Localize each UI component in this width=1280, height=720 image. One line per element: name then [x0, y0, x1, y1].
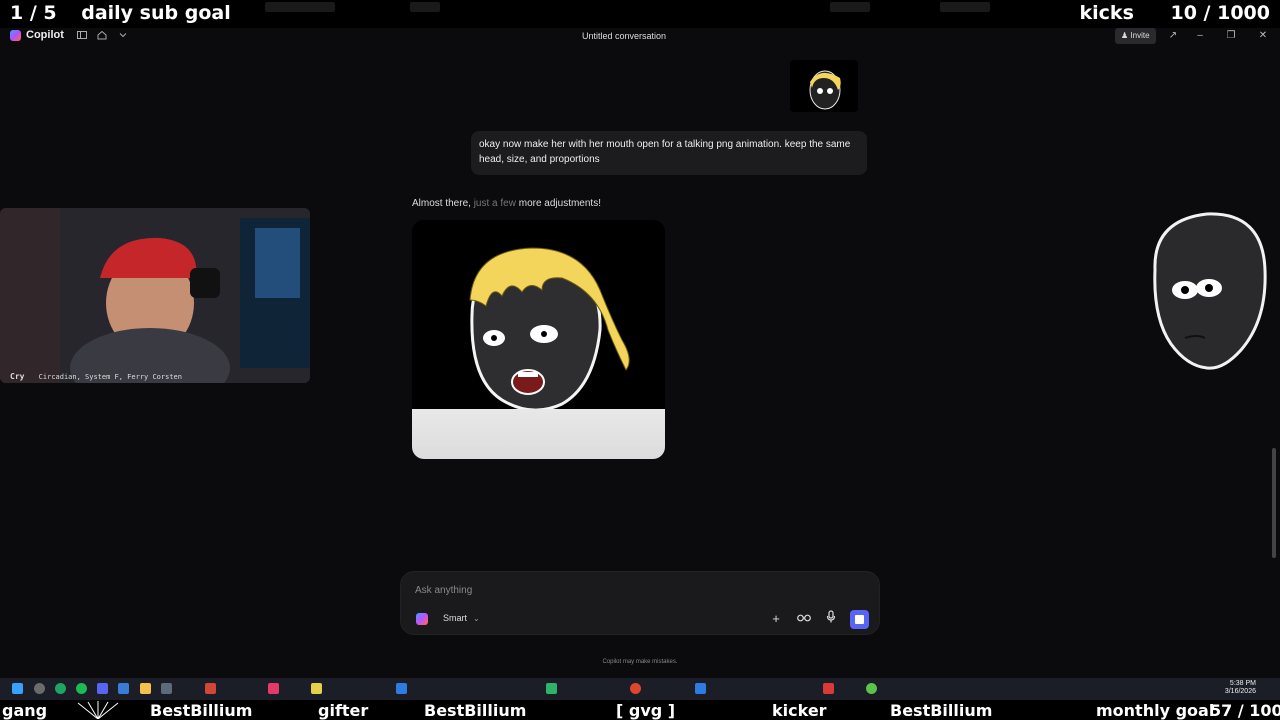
disclaimer: Copilot may make mistakes. [602, 659, 678, 665]
app-icon[interactable] [396, 683, 407, 694]
invite-icon: ♟ [1121, 31, 1129, 40]
ticker-kicker: kicker [772, 701, 827, 720]
overlay-decoration [265, 2, 335, 12]
assistant-status-end: more adjustments! [518, 198, 601, 209]
kicks-goal: kicks 10 / 1000 [1080, 2, 1270, 24]
app-icon[interactable] [823, 683, 834, 694]
browser-icon[interactable] [630, 683, 641, 694]
spotify-icon[interactable] [76, 683, 87, 694]
webcam-overlay: Cry Circadian, System F, Ferry Corsten [0, 208, 310, 383]
mode-selector[interactable]: Smart ⌄ [443, 613, 480, 623]
app-icon[interactable] [268, 683, 279, 694]
microphone-icon[interactable] [822, 610, 840, 628]
overlay-decoration [940, 2, 990, 12]
stream-ticker: gang BestBillium gifter BestBillium [ gv… [0, 700, 1280, 720]
ticker-monthly-progress: 57 / 100 [1210, 701, 1280, 720]
overlay-decoration [830, 2, 870, 12]
overlay-decoration [410, 2, 440, 12]
search-icon[interactable] [34, 683, 45, 694]
conversation-title[interactable]: Untitled conversation [0, 31, 1248, 41]
app-icon[interactable] [546, 683, 557, 694]
app-icon[interactable] [205, 683, 216, 694]
assistant-status: Almost there, just a few more adjustment… [412, 198, 601, 209]
ticker-name-2: BestBillium [424, 701, 527, 720]
clock-date: 3/16/2026 [1224, 688, 1256, 695]
sub-goal-progress: 1 / 5 [10, 2, 57, 24]
assistant-status-main: Almost there, [412, 198, 474, 209]
now-playing-track: Circadian, System F, Ferry Corsten [38, 373, 182, 381]
app-icon[interactable] [695, 683, 706, 694]
ticker-tag: [ gvg ] [616, 701, 676, 720]
avatar-head-overlay [1145, 210, 1270, 372]
webcam-feed [0, 208, 310, 383]
stop-button[interactable] [850, 610, 869, 629]
minimize-icon[interactable]: – [1193, 29, 1207, 43]
mode-label: Smart [443, 613, 468, 623]
stop-icon [855, 615, 864, 624]
ticker-gifter: gifter [318, 701, 369, 720]
copilot-mode-icon [416, 613, 428, 625]
assistant-status-fade: just a few [473, 198, 519, 209]
system-clock[interactable]: 5:38 PM 3/16/2026 [1225, 680, 1256, 696]
app-icon[interactable] [161, 683, 172, 694]
ticker-monthly-label: monthly goal [1096, 701, 1215, 720]
clock-time: 5:38 PM [1229, 680, 1256, 687]
invite-label: Invite [1130, 31, 1150, 40]
kicks-progress: 10 / 1000 [1170, 2, 1271, 24]
start-icon[interactable] [12, 683, 23, 694]
plus-icon[interactable]: + [767, 610, 785, 628]
open-external-icon[interactable]: ↗ [1166, 29, 1180, 43]
close-icon[interactable]: ✕ [1256, 29, 1270, 43]
signal-label: Cry [10, 372, 25, 381]
xbox-icon[interactable] [866, 683, 877, 694]
chat-scrollbar[interactable] [1272, 448, 1276, 558]
chevron-down-icon: ⌄ [473, 614, 480, 623]
copilot-window: Copilot Untitled conversation ♟ Invite ↗… [0, 28, 1280, 678]
taskbar: 5:38 PM 3/16/2026 [0, 678, 1280, 700]
burst-decoration [77, 701, 119, 719]
chrome-icon[interactable] [55, 683, 66, 694]
ticker-gang: gang [2, 701, 48, 720]
title-bar: Copilot Untitled conversation ♟ Invite ↗… [0, 28, 1280, 46]
sub-goal-label: daily sub goal [81, 2, 231, 24]
kicks-label: kicks [1079, 2, 1134, 24]
image-loading-strip [412, 409, 665, 459]
invite-button[interactable]: ♟ Invite [1115, 28, 1156, 44]
app-icon[interactable] [118, 683, 129, 694]
folder-icon[interactable] [140, 683, 151, 694]
restore-icon[interactable]: ❐ [1224, 29, 1238, 43]
ask-input[interactable] [415, 582, 855, 598]
previous-image-thumbnail[interactable] [790, 60, 858, 112]
stream-overlay-top: 1 / 5 daily sub goal kicks 10 / 1000 [0, 0, 1280, 28]
ticker-name-3: BestBillium [890, 701, 993, 720]
ticker-name-1: BestBillium [150, 701, 253, 720]
generated-image[interactable] [412, 220, 665, 459]
now-playing-bar: Cry Circadian, System F, Ferry Corsten [10, 372, 182, 381]
discord-icon[interactable] [97, 683, 108, 694]
user-message: okay now make her with her mouth open fo… [471, 131, 867, 175]
app-icon[interactable] [311, 683, 322, 694]
glasses-icon[interactable] [795, 610, 813, 628]
composer: Smart ⌄ + [400, 571, 880, 635]
sub-goal: 1 / 5 daily sub goal [10, 2, 231, 24]
